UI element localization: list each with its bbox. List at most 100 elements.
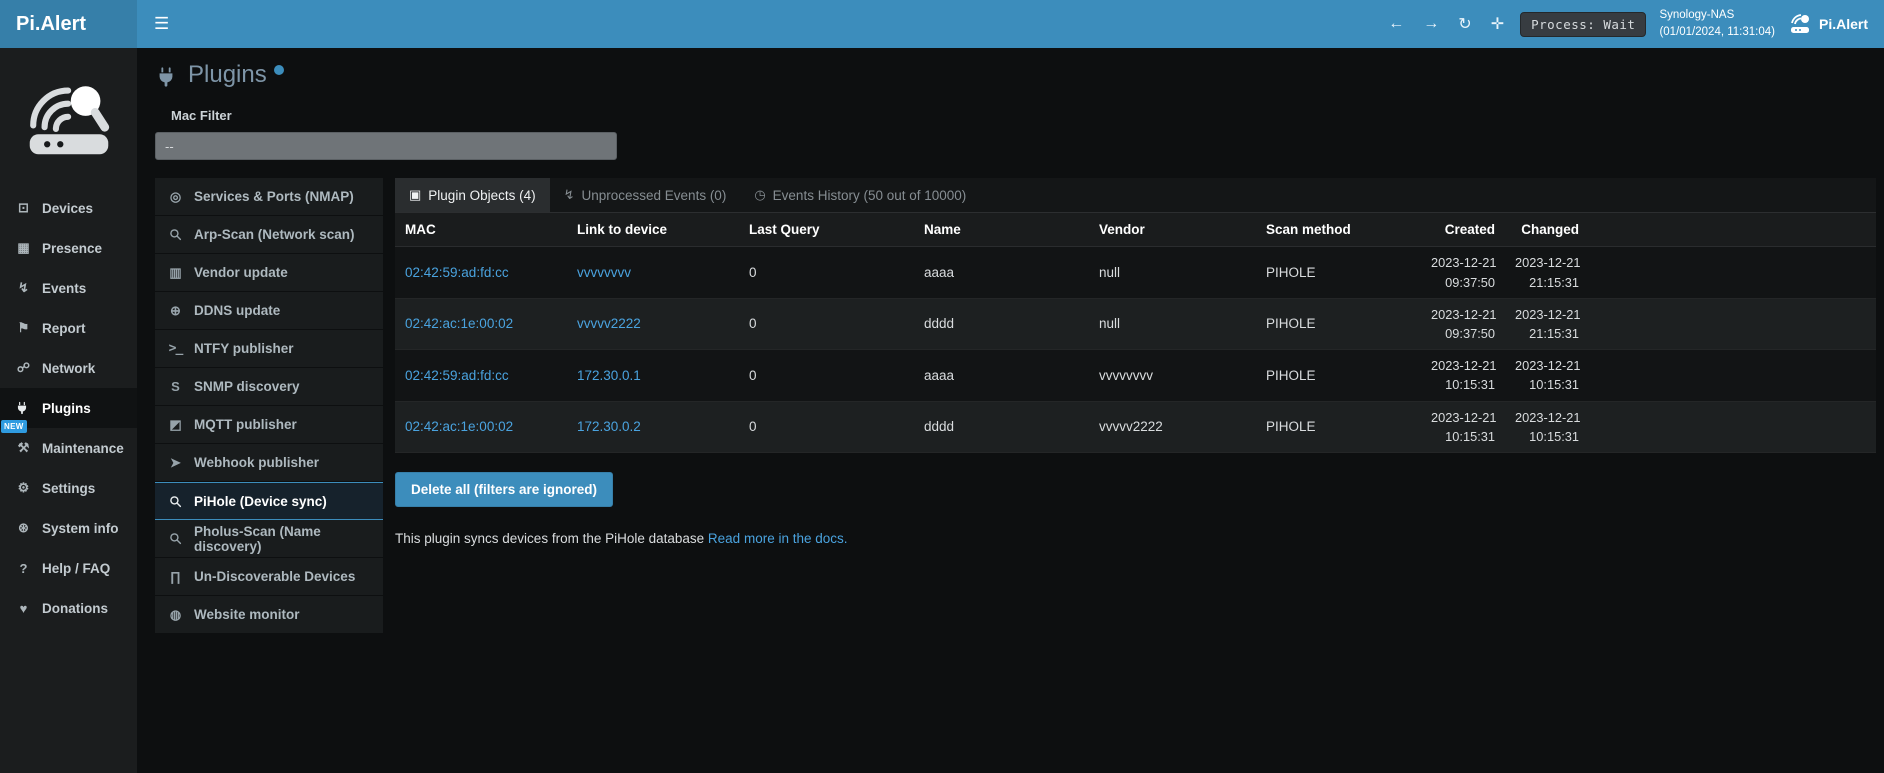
- plug-icon: [155, 66, 177, 88]
- sidebar-item-label: Help / FAQ: [42, 561, 110, 576]
- calendar-icon: ▦: [15, 240, 32, 256]
- lightning-icon: ↯: [564, 187, 575, 203]
- flag-icon: ⚑: [15, 320, 32, 336]
- sidebar-item-donations[interactable]: ♥ Donations: [0, 588, 137, 628]
- sidebar-item-maintenance[interactable]: NEW ⚒ Maintenance: [0, 428, 137, 468]
- col-scan-method: Scan method: [1256, 213, 1421, 247]
- cell-last-query: 0: [739, 350, 914, 401]
- sidebar-item-label: Network: [42, 361, 95, 376]
- device-link[interactable]: vvvvv2222: [577, 316, 641, 331]
- forward-arrow-icon[interactable]: →: [1420, 15, 1442, 33]
- sidebar-item-label: Presence: [42, 241, 102, 256]
- plugin-nav-snmp-discovery[interactable]: S SNMP discovery: [155, 368, 383, 406]
- cell-changed: 2023-12-2121:15:31: [1505, 298, 1589, 349]
- cell-scan-method: PIHOLE: [1256, 401, 1421, 452]
- mac-link[interactable]: 02:42:ac:1e:00:02: [405, 316, 513, 331]
- main-sidebar: ⊡ Devices ▦ Presence ↯ Events ⚑ Report ☍…: [0, 48, 137, 773]
- table-row: 02:42:59:ad:fd:cc 172.30.0.1 0 aaaa vvvv…: [395, 350, 1876, 401]
- send-icon: ➤: [167, 455, 184, 471]
- mac-filter-input[interactable]: [155, 132, 617, 160]
- plugin-nav-pholus-scan[interactable]: Pholus-Scan (Name discovery): [155, 520, 383, 558]
- move-arrows-icon[interactable]: ✛: [1488, 14, 1507, 34]
- cell-scan-method: PIHOLE: [1256, 350, 1421, 401]
- tab-unprocessed-events[interactable]: ↯ Unprocessed Events (0): [550, 178, 741, 212]
- plugin-nav-website-monitor[interactable]: ◍ Website monitor: [155, 596, 383, 634]
- sidebar-item-report[interactable]: ⚑ Report: [0, 308, 137, 348]
- mac-link[interactable]: 02:42:59:ad:fd:cc: [405, 265, 509, 280]
- pialert-logo: [0, 48, 137, 188]
- cell-link: 172.30.0.2: [567, 401, 739, 452]
- plugin-nav-mqtt-publisher[interactable]: ◩ MQTT publisher: [155, 406, 383, 444]
- devices-icon: ⊡: [15, 200, 32, 216]
- table-row: 02:42:ac:1e:00:02 vvvvv2222 0 dddd null …: [395, 298, 1876, 349]
- table-row: 02:42:ac:1e:00:02 172.30.0.2 0 dddd vvvv…: [395, 401, 1876, 452]
- cell-link: vvvvvvvv: [567, 247, 739, 298]
- col-changed: Changed: [1505, 213, 1589, 247]
- sidebar-item-label: Devices: [42, 201, 93, 216]
- process-status-badge: Process: Wait: [1520, 12, 1646, 37]
- cell-last-query: 0: [739, 247, 914, 298]
- plugin-nav-ntfy-publisher[interactable]: >_ NTFY publisher: [155, 330, 383, 368]
- mac-filter-block: Mac Filter: [155, 108, 1876, 160]
- plugin-nav-ddns-update[interactable]: ⊕ DDNS update: [155, 292, 383, 330]
- tab-bar: ▣ Plugin Objects (4) ↯ Unprocessed Event…: [395, 178, 1876, 213]
- cell-name: dddd: [914, 298, 1089, 349]
- plugin-description: This plugin syncs devices from the PiHol…: [395, 531, 1876, 546]
- sidebar-item-settings[interactable]: ⚙ Settings: [0, 468, 137, 508]
- plugin-panel: ▣ Plugin Objects (4) ↯ Unprocessed Event…: [395, 178, 1876, 546]
- title-info-badge[interactable]: [274, 65, 284, 75]
- mac-link[interactable]: 02:42:ac:1e:00:02: [405, 419, 513, 434]
- delete-all-button[interactable]: Delete all (filters are ignored): [395, 472, 613, 507]
- navbar-right: ← → ↻ ✛ Process: Wait Synology-NAS (01/0…: [1385, 7, 1884, 40]
- refresh-icon[interactable]: ↻: [1455, 14, 1474, 34]
- mqtt-icon: ◩: [167, 417, 184, 433]
- sidebar-item-help-faq[interactable]: ? Help / FAQ: [0, 548, 137, 588]
- cell-changed: 2023-12-2121:15:31: [1505, 247, 1589, 298]
- plugin-nav-pihole-device-sync[interactable]: PiHole (Device sync): [155, 482, 383, 520]
- lightning-icon: ↯: [15, 280, 32, 296]
- brand-right[interactable]: Pi.Alert: [1788, 13, 1868, 35]
- cell-vendor: null: [1089, 247, 1256, 298]
- sidebar-item-presence[interactable]: ▦ Presence: [0, 228, 137, 268]
- plugin-nav-webhook-publisher[interactable]: ➤ Webhook publisher: [155, 444, 383, 482]
- col-name: Name: [914, 213, 1089, 247]
- back-arrow-icon[interactable]: ←: [1385, 15, 1407, 33]
- plugin-nav-vendor-update[interactable]: ▥ Vendor update: [155, 254, 383, 292]
- sidebar-item-system-info[interactable]: ⊛ System info: [0, 508, 137, 548]
- sidebar-item-label: Report: [42, 321, 86, 336]
- cell-link: 172.30.0.1: [567, 350, 739, 401]
- cell-filler: [1589, 350, 1876, 401]
- tab-events-history[interactable]: ◷ Events History (50 out of 10000): [740, 178, 980, 212]
- cell-scan-method: PIHOLE: [1256, 298, 1421, 349]
- top-bar: Pi.Alert ☰ ← → ↻ ✛ Process: Wait Synolog…: [0, 0, 1884, 48]
- cell-mac: 02:42:ac:1e:00:02: [395, 401, 567, 452]
- plugin-nav: ◎ Services & Ports (NMAP) Arp-Scan (Netw…: [155, 178, 383, 634]
- cell-name: dddd: [914, 401, 1089, 452]
- tab-plugin-objects[interactable]: ▣ Plugin Objects (4): [395, 178, 550, 212]
- cell-vendor: vvvvvvvv: [1089, 350, 1256, 401]
- radar-icon: ◎: [167, 189, 184, 205]
- mac-link[interactable]: 02:42:59:ad:fd:cc: [405, 368, 509, 383]
- sidebar-toggle-icon[interactable]: ☰: [137, 14, 186, 34]
- sidebar-item-devices[interactable]: ⊡ Devices: [0, 188, 137, 228]
- plugin-nav-undiscoverable-devices[interactable]: ∏ Un-Discoverable Devices: [155, 558, 383, 596]
- sidebar-item-events[interactable]: ↯ Events: [0, 268, 137, 308]
- host-info: Synology-NAS (01/01/2024, 11:31:04): [1659, 7, 1775, 40]
- terminal-icon: >_: [167, 341, 184, 356]
- host-timestamp: (01/01/2024, 11:31:04): [1659, 24, 1775, 41]
- device-link[interactable]: 172.30.0.1: [577, 368, 641, 383]
- device-link[interactable]: 172.30.0.2: [577, 419, 641, 434]
- binoculars-icon: ∏: [167, 569, 184, 584]
- plugin-nav-arp-scan[interactable]: Arp-Scan (Network scan): [155, 216, 383, 254]
- sidebar-menu: ⊡ Devices ▦ Presence ↯ Events ⚑ Report ☍…: [0, 188, 137, 628]
- cell-vendor: null: [1089, 298, 1256, 349]
- plugin-nav-services-ports-nmap[interactable]: ◎ Services & Ports (NMAP): [155, 178, 383, 216]
- search-icon: [167, 228, 184, 241]
- app-logo[interactable]: Pi.Alert: [0, 0, 137, 48]
- cell-mac: 02:42:ac:1e:00:02: [395, 298, 567, 349]
- docs-link[interactable]: Read more in the docs.: [708, 531, 848, 546]
- sidebar-item-network[interactable]: ☍ Network: [0, 348, 137, 388]
- col-filler: [1589, 213, 1876, 247]
- network-icon: ☍: [15, 360, 32, 376]
- device-link[interactable]: vvvvvvvv: [577, 265, 631, 280]
